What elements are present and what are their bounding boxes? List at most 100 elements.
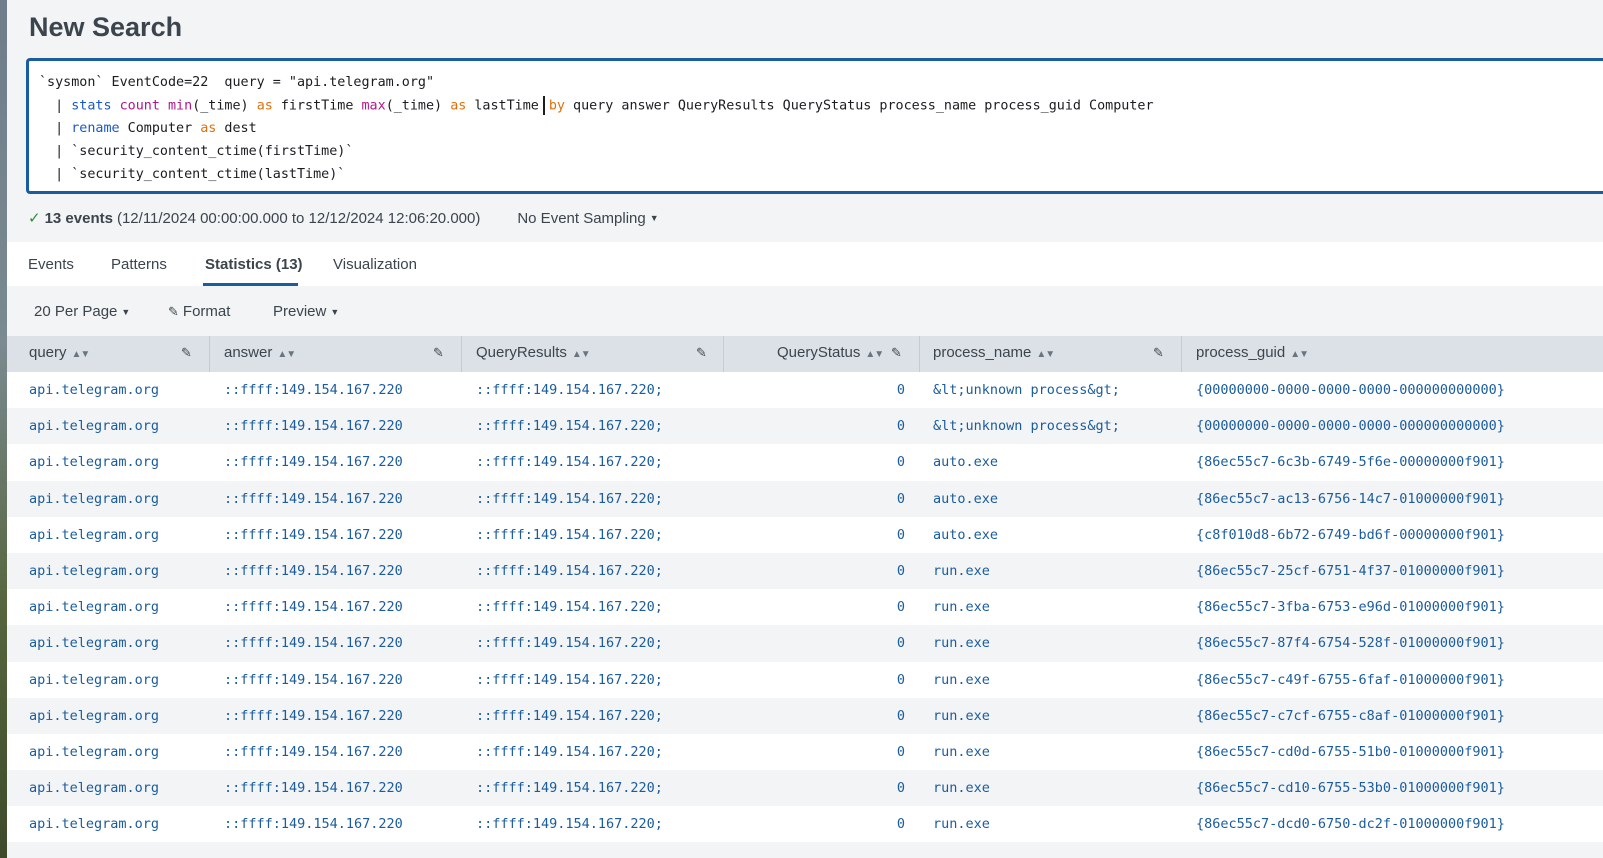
cell-query[interactable]: api.telegram.org <box>29 444 159 480</box>
cell-process-guid[interactable]: {86ec55c7-3fba-6753-e96d-01000000f901} <box>1196 589 1505 625</box>
cell-queryresults[interactable]: ::ffff:149.154.167.220; <box>476 625 663 661</box>
cell-process-guid[interactable]: {86ec55c7-dcd0-6750-dc2f-01000000f901} <box>1196 806 1505 842</box>
cell-querystatus[interactable]: 0 <box>875 517 905 553</box>
event-sampling-dropdown[interactable]: No Event Sampling ▼ <box>517 210 658 227</box>
column-header-process-guid[interactable]: process_guid ▲▼ <box>1196 336 1309 372</box>
per-page-dropdown[interactable]: 20 Per Page ▼ <box>34 303 130 320</box>
cell-process-guid[interactable]: {86ec55c7-c49f-6755-6faf-01000000f901} <box>1196 662 1505 698</box>
cell-answer[interactable]: ::ffff:149.154.167.220 <box>224 698 403 734</box>
cell-answer[interactable]: ::ffff:149.154.167.220 <box>224 625 403 661</box>
cell-process-name[interactable]: run.exe <box>933 662 990 698</box>
cell-query[interactable]: api.telegram.org <box>29 698 159 734</box>
tab-patterns[interactable]: Patterns <box>111 256 167 273</box>
cell-query[interactable]: api.telegram.org <box>29 553 159 589</box>
pencil-icon[interactable]: ✎ <box>891 345 902 361</box>
cell-process-name[interactable]: run.exe <box>933 806 990 842</box>
cell-process-name[interactable]: &lt;unknown process&gt; <box>933 408 1120 444</box>
table-row[interactable]: api.telegram.org::ffff:149.154.167.220::… <box>7 444 1603 481</box>
cell-answer[interactable]: ::ffff:149.154.167.220 <box>224 553 403 589</box>
cell-queryresults[interactable]: ::ffff:149.154.167.220; <box>476 517 663 553</box>
cell-queryresults[interactable]: ::ffff:149.154.167.220; <box>476 589 663 625</box>
cell-process-name[interactable]: run.exe <box>933 734 990 770</box>
table-row[interactable]: api.telegram.org::ffff:149.154.167.220::… <box>7 661 1603 698</box>
cell-querystatus[interactable]: 0 <box>875 553 905 589</box>
query-line[interactable]: | `security_content_ctime(lastTime)` <box>39 165 1603 188</box>
cell-answer[interactable]: ::ffff:149.154.167.220 <box>224 806 403 842</box>
cell-queryresults[interactable]: ::ffff:149.154.167.220; <box>476 481 663 517</box>
pencil-icon[interactable]: ✎ <box>433 345 444 361</box>
cell-process-name[interactable]: run.exe <box>933 770 990 806</box>
cell-query[interactable]: api.telegram.org <box>29 770 159 806</box>
tab-events[interactable]: Events <box>28 256 74 273</box>
query-line[interactable]: | rename Computer as dest <box>39 119 1603 142</box>
cell-process-name[interactable]: auto.exe <box>933 517 998 553</box>
cell-query[interactable]: api.telegram.org <box>29 589 159 625</box>
cell-querystatus[interactable]: 0 <box>875 806 905 842</box>
cell-process-name[interactable]: &lt;unknown process&gt; <box>933 372 1120 408</box>
cell-querystatus[interactable]: 0 <box>875 408 905 444</box>
cell-process-guid[interactable]: {86ec55c7-c7cf-6755-c8af-01000000f901} <box>1196 698 1505 734</box>
cell-querystatus[interactable]: 0 <box>875 770 905 806</box>
cell-queryresults[interactable]: ::ffff:149.154.167.220; <box>476 553 663 589</box>
cell-process-guid[interactable]: {86ec55c7-cd10-6755-53b0-01000000f901} <box>1196 770 1505 806</box>
table-row[interactable]: api.telegram.org::ffff:149.154.167.220::… <box>7 480 1603 517</box>
cell-process-name[interactable]: run.exe <box>933 589 990 625</box>
cell-queryresults[interactable]: ::ffff:149.154.167.220; <box>476 372 663 408</box>
cell-queryresults[interactable]: ::ffff:149.154.167.220; <box>476 770 663 806</box>
cell-querystatus[interactable]: 0 <box>875 625 905 661</box>
tab-visualization[interactable]: Visualization <box>333 256 417 273</box>
cell-answer[interactable]: ::ffff:149.154.167.220 <box>224 589 403 625</box>
cell-process-name[interactable]: auto.exe <box>933 481 998 517</box>
column-header-query[interactable]: query ▲▼ <box>29 336 90 372</box>
cell-process-name[interactable]: run.exe <box>933 625 990 661</box>
cell-query[interactable]: api.telegram.org <box>29 408 159 444</box>
cell-process-guid[interactable]: {00000000-0000-0000-0000-000000000000} <box>1196 372 1505 408</box>
pencil-icon[interactable]: ✎ <box>696 345 707 361</box>
cell-process-guid[interactable]: {00000000-0000-0000-0000-000000000000} <box>1196 408 1505 444</box>
format-button[interactable]: ✎ Format <box>168 303 230 320</box>
table-row[interactable]: api.telegram.org::ffff:149.154.167.220::… <box>7 806 1603 843</box>
cell-process-guid[interactable]: {c8f010d8-6b72-6749-bd6f-00000000f901} <box>1196 517 1505 553</box>
table-row[interactable]: api.telegram.org::ffff:149.154.167.220::… <box>7 408 1603 445</box>
table-row[interactable]: api.telegram.org::ffff:149.154.167.220::… <box>7 697 1603 734</box>
column-header-process-name[interactable]: process_name ▲▼ <box>933 336 1055 372</box>
tab-statistics[interactable]: Statistics (13) <box>205 256 303 273</box>
cell-queryresults[interactable]: ::ffff:149.154.167.220; <box>476 408 663 444</box>
cell-answer[interactable]: ::ffff:149.154.167.220 <box>224 481 403 517</box>
cell-answer[interactable]: ::ffff:149.154.167.220 <box>224 662 403 698</box>
table-row[interactable]: api.telegram.org::ffff:149.154.167.220::… <box>7 552 1603 590</box>
cell-answer[interactable]: ::ffff:149.154.167.220 <box>224 770 403 806</box>
cell-queryresults[interactable]: ::ffff:149.154.167.220; <box>476 806 663 842</box>
events-count[interactable]: 13 events <box>45 210 113 227</box>
cell-queryresults[interactable]: ::ffff:149.154.167.220; <box>476 734 663 770</box>
cell-query[interactable]: api.telegram.org <box>29 372 159 408</box>
cell-process-guid[interactable]: {86ec55c7-25cf-6751-4f37-01000000f901} <box>1196 553 1505 589</box>
table-row[interactable]: api.telegram.org::ffff:149.154.167.220::… <box>7 589 1603 626</box>
cell-process-guid[interactable]: {86ec55c7-87f4-6754-528f-01000000f901} <box>1196 625 1505 661</box>
cell-query[interactable]: api.telegram.org <box>29 517 159 553</box>
pencil-icon[interactable]: ✎ <box>1153 345 1164 361</box>
query-line[interactable]: | `security_content_ctime(firstTime)` <box>39 142 1603 165</box>
table-row[interactable]: api.telegram.org::ffff:149.154.167.220::… <box>7 770 1603 807</box>
cell-querystatus[interactable]: 0 <box>875 698 905 734</box>
cell-queryresults[interactable]: ::ffff:149.154.167.220; <box>476 698 663 734</box>
cell-query[interactable]: api.telegram.org <box>29 625 159 661</box>
cell-queryresults[interactable]: ::ffff:149.154.167.220; <box>476 444 663 480</box>
table-row[interactable]: api.telegram.org::ffff:149.154.167.220::… <box>7 733 1603 771</box>
cell-process-guid[interactable]: {86ec55c7-6c3b-6749-5f6e-00000000f901} <box>1196 444 1505 480</box>
cell-query[interactable]: api.telegram.org <box>29 481 159 517</box>
cell-query[interactable]: api.telegram.org <box>29 662 159 698</box>
column-header-queryresults[interactable]: QueryResults ▲▼ <box>476 336 591 372</box>
cell-querystatus[interactable]: 0 <box>875 372 905 408</box>
cell-process-name[interactable]: run.exe <box>933 698 990 734</box>
cell-process-name[interactable]: auto.exe <box>933 444 998 480</box>
cell-process-guid[interactable]: {86ec55c7-cd0d-6755-51b0-01000000f901} <box>1196 734 1505 770</box>
cell-querystatus[interactable]: 0 <box>875 734 905 770</box>
query-line[interactable]: `sysmon` EventCode=22 query = "api.teleg… <box>39 73 1603 96</box>
cell-querystatus[interactable]: 0 <box>875 589 905 625</box>
table-row[interactable]: api.telegram.org::ffff:149.154.167.220::… <box>7 625 1603 662</box>
cell-answer[interactable]: ::ffff:149.154.167.220 <box>224 408 403 444</box>
pencil-icon[interactable]: ✎ <box>181 345 192 361</box>
search-query-editor[interactable]: `sysmon` EventCode=22 query = "api.teleg… <box>26 58 1603 194</box>
cell-query[interactable]: api.telegram.org <box>29 806 159 842</box>
